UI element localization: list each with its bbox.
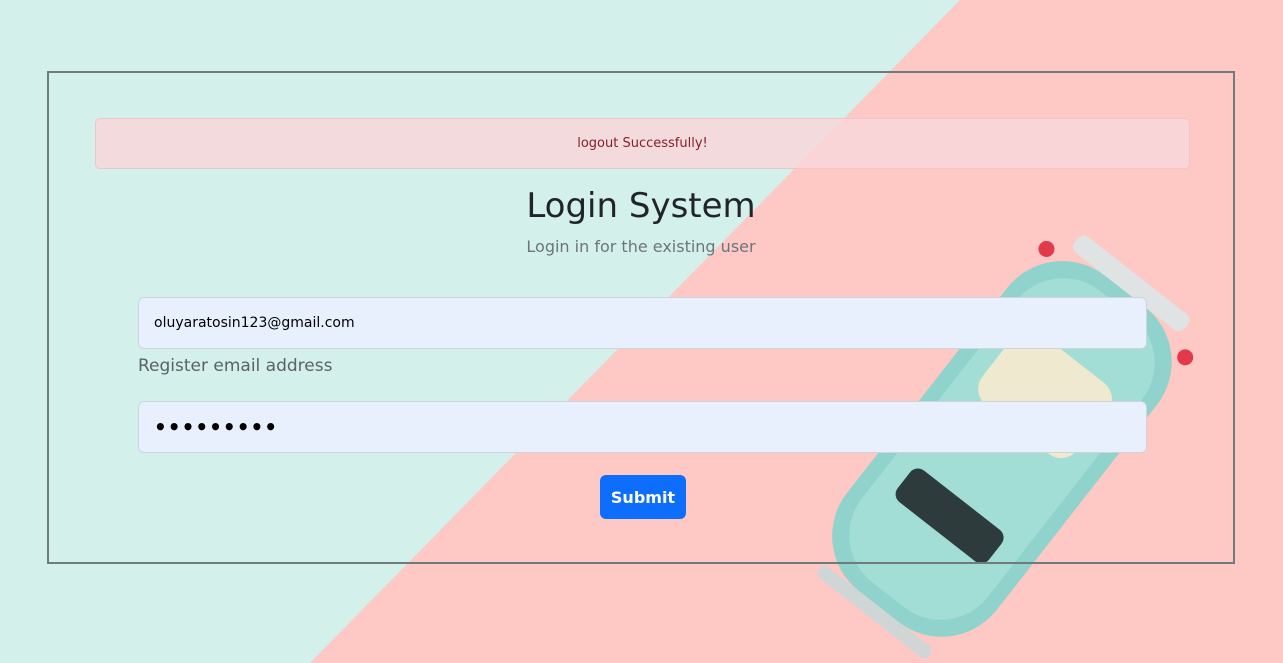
login-card: logout Successfully! Login System Login … (47, 71, 1235, 564)
page-subtitle: Login in for the existing user (526, 237, 756, 256)
submit-button[interactable]: Submit (600, 475, 686, 519)
email-value: oluyaratosin123@gmail.com (154, 315, 355, 331)
logout-alert: logout Successfully! (95, 118, 1190, 169)
email-help-text: Register email address (138, 356, 333, 376)
submit-label: Submit (610, 487, 676, 507)
email-field[interactable]: oluyaratosin123@gmail.com (138, 297, 1147, 349)
password-field[interactable]: ••••••••• (138, 401, 1147, 453)
password-value: ••••••••• (154, 415, 279, 439)
page-title: Login System (526, 186, 756, 226)
alert-message: logout Successfully! (577, 136, 708, 151)
